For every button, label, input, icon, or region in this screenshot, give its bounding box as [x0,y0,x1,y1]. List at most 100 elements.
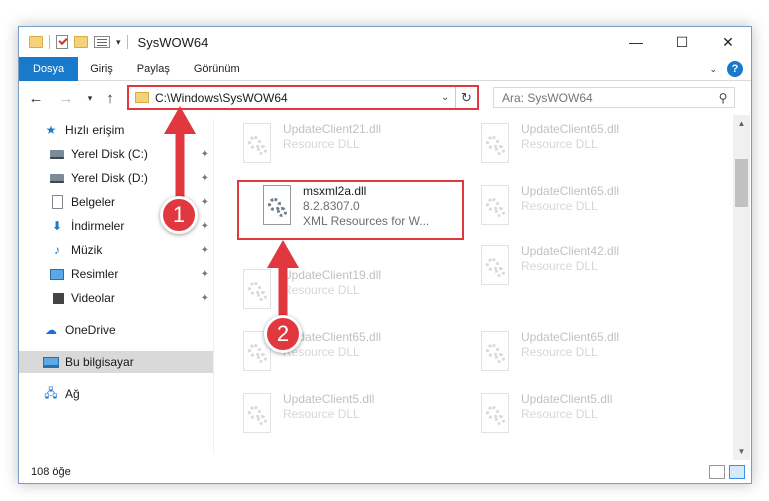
callout-badge-2: 2 [264,315,302,353]
up-arrow-icon[interactable]: ↑ [101,88,119,108]
pin-icon: ✦ [200,268,209,280]
address-path[interactable]: C:\Windows\SysWOW64 [155,91,441,105]
item-count: 108 öğe [31,466,71,478]
status-bar: 108 öğe [19,461,751,483]
music-icon: ♪ [54,243,60,257]
toolbar-separator [126,35,128,49]
title-bar: ▾ SysWOW64 — ☐ ✕ [19,27,751,57]
tiles-view-icon[interactable] [729,465,745,479]
dll-file-icon [477,245,513,289]
pin-icon: ✦ [200,244,209,256]
dll-file-icon [239,393,275,437]
toolbar-separator [49,35,50,49]
dll-file-icon [477,185,513,229]
refresh-icon[interactable]: ↻ [455,87,477,108]
file-name: UpdateClient65.dll [521,184,620,198]
help-icon[interactable]: ? [727,61,743,77]
sidebar-item-pictures[interactable]: Resimler ✦ [19,263,213,285]
file-name: UpdateClient21.dll [283,122,382,136]
sidebar-item-local-disk-d[interactable]: Yerel Disk (D:) ✦ [19,167,213,189]
file-name: UpdateClient42.dll [521,244,620,258]
sidebar-item-local-disk-c[interactable]: Yerel Disk (C:) ✦ [19,143,213,165]
sidebar-item-label: Yerel Disk (C:) [71,147,148,161]
file-item[interactable]: UpdateClient21.dll Resource DLL [239,121,469,171]
sidebar-item-quick-access[interactable]: ★ Hızlı erişim [19,119,213,141]
ribbon-tabs: Dosya Giriş Paylaş Görünüm ⌄ ? [19,56,751,81]
expand-ribbon-chevron-icon[interactable]: ⌄ [709,64,717,75]
address-history-chevron-icon[interactable]: ⌄ [441,92,455,103]
view-buttons [709,465,745,479]
search-input[interactable] [494,90,712,105]
search-box[interactable]: ⚲ [493,87,735,108]
forward-arrow-icon[interactable]: → [57,88,75,108]
star-icon: ★ [45,123,57,137]
pane-splitter[interactable] [213,119,214,454]
sidebar-item-label: İndirmeler [71,219,125,233]
pin-icon: ✦ [200,220,209,232]
sidebar-item-music[interactable]: ♪ Müzik ✦ [19,239,213,261]
tab-home[interactable]: Giriş [78,57,125,81]
sidebar-item-videos[interactable]: Videolar ✦ [19,287,213,309]
sidebar-item-label: Yerel Disk (D:) [71,171,148,185]
details-view-icon[interactable] [709,465,725,479]
videos-icon [49,291,65,305]
sidebar-item-label: Resimler [71,267,119,281]
recent-locations-chevron-icon[interactable]: ▾ [81,88,99,108]
new-folder-icon[interactable] [74,36,88,48]
file-item[interactable]: UpdateClient42.dll Resource DLL [477,243,707,293]
file-name: UpdateClient5.dll [283,392,375,406]
dll-file-icon [477,331,513,375]
dll-file-icon [477,393,513,437]
window-controls: — ☐ ✕ [613,27,751,57]
file-type: Resource DLL [521,345,598,359]
folder-icon [29,36,43,48]
file-list: UpdateClient21.dll Resource DLL UpdateCli… [215,115,733,455]
sidebar-item-label: Belgeler [71,195,116,209]
callout-badge-1: 1 [160,196,198,234]
pin-icon: ✦ [200,148,209,160]
file-type: Resource DLL [521,137,598,151]
file-name: UpdateClient65.dll [521,330,620,344]
file-item[interactable]: UpdateClient65.dll Resource DLL [477,329,707,379]
file-item[interactable]: UpdateClient19.dll Resource DLL [239,267,469,317]
file-type: Resource DLL [521,259,598,273]
dll-file-icon [477,123,513,167]
search-icon[interactable]: ⚲ [712,91,734,105]
address-bar[interactable]: C:\Windows\SysWOW64 ⌄ ↻ [127,85,479,110]
documents-icon [49,195,65,209]
computer-icon [43,355,59,369]
vertical-scrollbar[interactable]: ▲ ▼ [733,115,750,460]
file-name: UpdateClient19.dll [283,268,382,282]
maximize-button[interactable]: ☐ [659,27,705,57]
window-title: SysWOW64 [137,34,209,50]
sidebar-item-onedrive[interactable]: ☁ OneDrive [19,319,213,341]
scroll-up-icon[interactable]: ▲ [733,115,750,132]
file-item[interactable]: UpdateClient5.dll Resource DLL [239,391,469,441]
file-item[interactable]: UpdateClient65.dll Resource DLL [477,121,707,171]
file-type: Resource DLL [521,199,598,213]
pictures-icon [49,267,65,281]
file-item[interactable]: UpdateClient65.dll Resource DLL [477,183,707,233]
dll-file-icon [239,269,275,313]
tab-view[interactable]: Görünüm [182,57,252,81]
address-row: ← → ▾ ↑ C:\Windows\SysWOW64 ⌄ ↻ ⚲ [19,84,751,112]
minimize-button[interactable]: — [613,27,659,57]
dll-file-icon [239,123,275,167]
sidebar-item-label: Videolar [71,291,115,305]
file-item[interactable]: UpdateClient5.dll Resource DLL [477,391,707,441]
properties-icon[interactable] [94,36,110,48]
scroll-down-icon[interactable]: ▼ [733,443,750,460]
close-button[interactable]: ✕ [705,27,751,57]
tab-file[interactable]: Dosya [19,56,79,81]
file-name: UpdateClient5.dll [521,392,613,406]
back-arrow-icon[interactable]: ← [27,88,45,108]
sidebar-item-this-pc[interactable]: Bu bilgisayar [19,351,213,373]
tab-share[interactable]: Paylaş [125,57,182,81]
customize-toolbar-chevron-icon[interactable]: ▾ [116,37,121,48]
scrollbar-thumb[interactable] [735,159,748,207]
properties-check-icon[interactable] [56,35,68,49]
sidebar-item-label: Ağ [65,387,80,401]
sidebar-item-network[interactable]: 🖧 Ağ [19,383,213,405]
sidebar-item-label: Bu bilgisayar [65,355,134,369]
sidebar-item-label: OneDrive [65,323,116,337]
